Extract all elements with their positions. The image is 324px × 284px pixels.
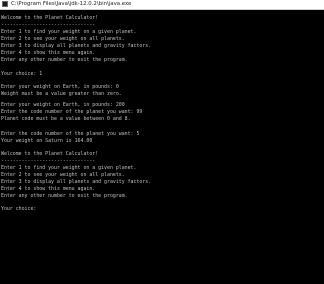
console-line: Weight must be a value greater than zero…	[1, 91, 122, 97]
console-line: --------------------------------	[1, 22, 96, 28]
console-output[interactable]: Welcome to the Planet Calculator! ------…	[0, 10, 324, 284]
console-line: Enter the code number of the planet you …	[1, 131, 140, 137]
window-title: C:\Program Files\Java\jdk-12.0.2\bin\jav…	[11, 1, 132, 7]
console-line: Enter 3 to display all planets and gravi…	[1, 43, 152, 49]
console-app-icon	[2, 1, 8, 7]
console-line: Your choice: 1	[1, 71, 43, 77]
console-line: Welcome to the Planet Calculator!	[1, 15, 99, 21]
console-line: Enter 2 to see your weight on all planet…	[1, 36, 125, 42]
console-line: Enter any other number to exit the progr…	[1, 193, 128, 199]
console-line: Enter 3 to display all planets and gravi…	[1, 179, 152, 185]
console-line: Enter any other number to exit the progr…	[1, 57, 128, 63]
console-line: Enter 1 to find your weight on a given p…	[1, 165, 137, 171]
console-line: Enter 1 to find your weight on a given p…	[1, 29, 137, 35]
title-bar[interactable]: C:\Program Files\Java\jdk-12.0.2\bin\jav…	[0, 0, 324, 10]
console-line: --------------------------------	[1, 158, 96, 164]
console-line: Enter 4 to show this menu again.	[1, 186, 96, 192]
console-window: C:\Program Files\Java\jdk-12.0.2\bin\jav…	[0, 0, 324, 284]
console-line: Enter 2 to see your weight on all planet…	[1, 172, 125, 178]
console-line: Enter your weight on Earth, in pounds: 2…	[1, 102, 125, 108]
console-line: Enter the code number of the planet you …	[1, 109, 143, 115]
console-line: Planet code must be a value between 0 an…	[1, 116, 131, 122]
console-line: Enter 4 to show this menu again.	[1, 50, 96, 56]
console-prompt[interactable]: Your choice:	[1, 206, 36, 212]
console-line: Your weight on Saturn is 164.00	[1, 138, 93, 144]
console-line: Welcome to the Planet Calculator!	[1, 151, 99, 157]
console-line: Enter your weight on Earth, in pounds: 0	[1, 84, 119, 90]
